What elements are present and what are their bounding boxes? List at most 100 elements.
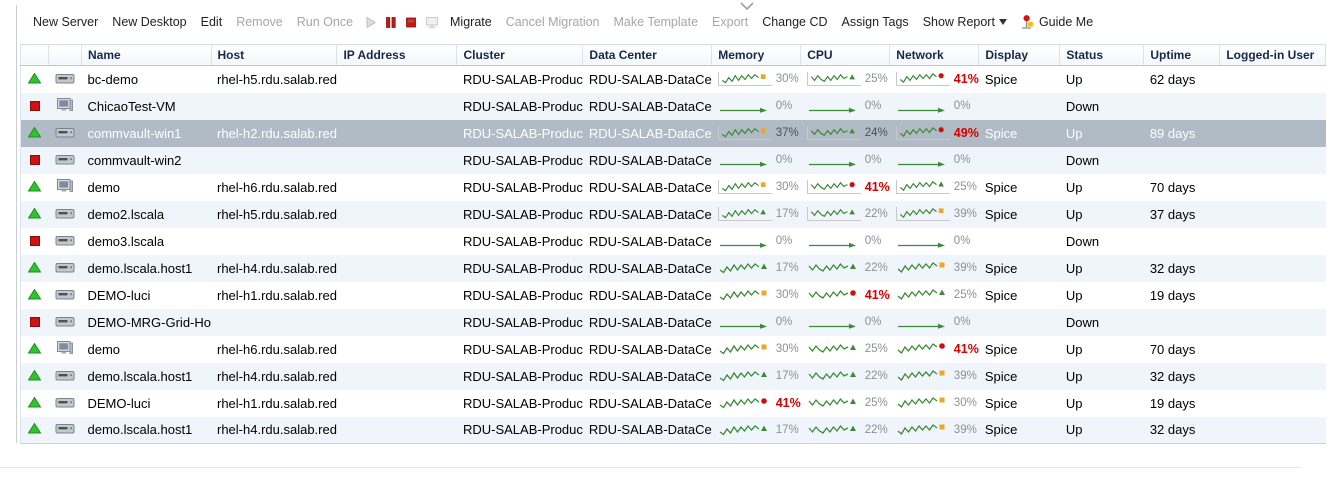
make-template-button: Make Template	[607, 12, 706, 32]
memory-percent: 30%	[776, 289, 799, 301]
server-vm-icon	[55, 260, 75, 274]
table-row[interactable]: demo rhel-h6.rdu.salab.red RDU-SALAB-Pro…	[21, 174, 1326, 201]
memory-percent: 0%	[776, 235, 793, 247]
vm-memory-cell: 30%	[712, 66, 801, 93]
vm-status-text: Up	[1060, 417, 1144, 444]
vm-cpu-cell: 41%	[801, 174, 890, 201]
table-row[interactable]: demo.lscala.host1 rhel-h4.rdu.salab.red …	[21, 363, 1326, 390]
vm-host: rhel-h4.rdu.salab.red	[211, 363, 337, 390]
assign-tags-button[interactable]: Assign Tags	[835, 12, 916, 32]
table-row[interactable]: bc-demo rhel-h5.rdu.salab.red RDU-SALAB-…	[21, 66, 1326, 93]
table-row[interactable]: demo rhel-h6.rdu.salab.red RDU-SALAB-Pro…	[21, 336, 1326, 363]
col-header-cpu[interactable]: CPU	[801, 45, 890, 66]
header-row: NameHostIP AddressClusterData CenterMemo…	[21, 45, 1326, 66]
stop-icon[interactable]	[401, 13, 421, 32]
vm-table: NameHostIP AddressClusterData CenterMemo…	[20, 44, 1326, 444]
vm-status-cell	[21, 255, 49, 282]
edit-button[interactable]: Edit	[194, 12, 230, 32]
col-header-logged-in-user[interactable]: Logged-in User	[1220, 45, 1326, 66]
vm-status-cell	[21, 66, 49, 93]
col-header-display[interactable]: Display	[979, 45, 1060, 66]
new-desktop-button[interactable]: New Desktop	[105, 12, 193, 32]
vm-cluster: RDU-SALAB-Produc	[457, 417, 583, 444]
table-row[interactable]: ChicaoTest-VM RDU-SALAB-Produc RDU-SALAB…	[21, 93, 1326, 120]
show-report-button[interactable]: Show Report	[916, 12, 1014, 32]
table-row[interactable]: demo.lscala.host1 rhel-h4.rdu.salab.red …	[21, 255, 1326, 282]
network-percent: 25%	[954, 181, 977, 193]
col-header-network[interactable]: Network	[890, 45, 979, 66]
status-up-icon	[28, 262, 41, 273]
status-down-icon	[30, 317, 40, 327]
vm-logged-in-user	[1220, 417, 1326, 444]
status-up-icon	[28, 181, 41, 192]
vm-memory-cell: 17%	[712, 255, 801, 282]
vm-host: rhel-h1.rdu.salab.red	[211, 282, 337, 309]
pause-icon[interactable]	[381, 13, 401, 32]
vm-status-cell	[21, 363, 49, 390]
vm-cpu-cell: 22%	[801, 363, 890, 390]
vm-logged-in-user	[1220, 363, 1326, 390]
vm-ip	[337, 390, 457, 417]
col-header-status[interactable]: Status	[1060, 45, 1144, 66]
cpu-sparkline: 0%	[807, 315, 890, 329]
server-vm-icon	[55, 314, 75, 328]
table-row[interactable]: DEMO-luci rhel-h1.rdu.salab.red RDU-SALA…	[21, 282, 1326, 309]
vm-status-cell	[21, 336, 49, 363]
col-header-uptime[interactable]: Uptime	[1144, 45, 1220, 66]
vm-logged-in-user	[1220, 336, 1326, 363]
memory-sparkline: 30%	[718, 342, 801, 356]
network-percent: 30%	[954, 397, 977, 409]
vm-name: commvault-win2	[82, 147, 212, 174]
vm-cluster: RDU-SALAB-Produc	[457, 255, 583, 282]
vm-cpu-cell: 25%	[801, 336, 890, 363]
bottom-panel-divider	[0, 467, 1300, 468]
vm-host: rhel-h5.rdu.salab.red	[211, 201, 337, 228]
col-header-memory[interactable]: Memory	[712, 45, 801, 66]
col-header-data-center[interactable]: Data Center	[583, 45, 712, 66]
table-row-selected[interactable]: commvault-win1 rhel-h2.rdu.salab.red RDU…	[21, 120, 1326, 147]
vm-status-text: Down	[1060, 93, 1144, 120]
col-header-ip-address[interactable]: IP Address	[337, 45, 457, 66]
col-header-name[interactable]: Name	[82, 45, 212, 66]
vm-status-text: Up	[1060, 174, 1144, 201]
col-header-host[interactable]: Host	[211, 45, 337, 66]
table-row[interactable]: demo.lscala.host1 rhel-h4.rdu.salab.red …	[21, 417, 1326, 444]
guide-me-button[interactable]: Guide Me	[1014, 11, 1099, 33]
vm-display	[979, 147, 1060, 174]
server-vm-icon	[55, 152, 75, 166]
vm-cpu-cell: 41%	[801, 282, 890, 309]
change-cd-button[interactable]: Change CD	[755, 12, 834, 32]
table-row[interactable]: demo3.lscala RDU-SALAB-Produc RDU-SALAB-…	[21, 228, 1326, 255]
migrate-button[interactable]: Migrate	[443, 12, 499, 32]
table-row[interactable]: DEMO-MRG-Grid-Ho RDU-SALAB-Produc RDU-SA…	[21, 309, 1326, 336]
cpu-percent: 0%	[865, 154, 882, 166]
vm-logged-in-user	[1220, 309, 1326, 336]
table-row[interactable]: commvault-win2 RDU-SALAB-Produc RDU-SALA…	[21, 147, 1326, 174]
cpu-percent: 24%	[865, 127, 888, 139]
vm-cpu-cell: 25%	[801, 390, 890, 417]
vm-datacenter: RDU-SALAB-DataCe	[583, 390, 712, 417]
network-sparkline: 39%	[896, 423, 979, 437]
network-sparkline: 39%	[896, 261, 979, 275]
col-header-cluster[interactable]: Cluster	[457, 45, 583, 66]
vm-status-cell	[21, 120, 49, 147]
vm-network-cell: 41%	[890, 66, 979, 93]
vm-display: Spice	[979, 66, 1060, 93]
vm-cpu-cell: 22%	[801, 255, 890, 282]
status-up-icon	[28, 208, 41, 219]
table-row[interactable]: demo2.lscala rhel-h5.rdu.salab.red RDU-S…	[21, 201, 1326, 228]
cancel-migration-button: Cancel Migration	[499, 12, 607, 32]
network-sparkline: 0%	[896, 234, 979, 248]
col-header-type-icon[interactable]	[49, 45, 82, 66]
col-header-status-icon[interactable]	[21, 45, 49, 66]
vm-status-text: Down	[1060, 228, 1144, 255]
vm-cluster: RDU-SALAB-Produc	[457, 309, 583, 336]
vm-status-text: Up	[1060, 201, 1144, 228]
vm-logged-in-user	[1220, 201, 1326, 228]
new-server-button[interactable]: New Server	[26, 12, 105, 32]
vm-display: Spice	[979, 390, 1060, 417]
cpu-percent: 25%	[865, 73, 888, 85]
vm-host	[211, 228, 337, 255]
cpu-sparkline: 22%	[807, 261, 890, 275]
table-row[interactable]: DEMO-luci rhel-h1.rdu.salab.red RDU-SALA…	[21, 390, 1326, 417]
